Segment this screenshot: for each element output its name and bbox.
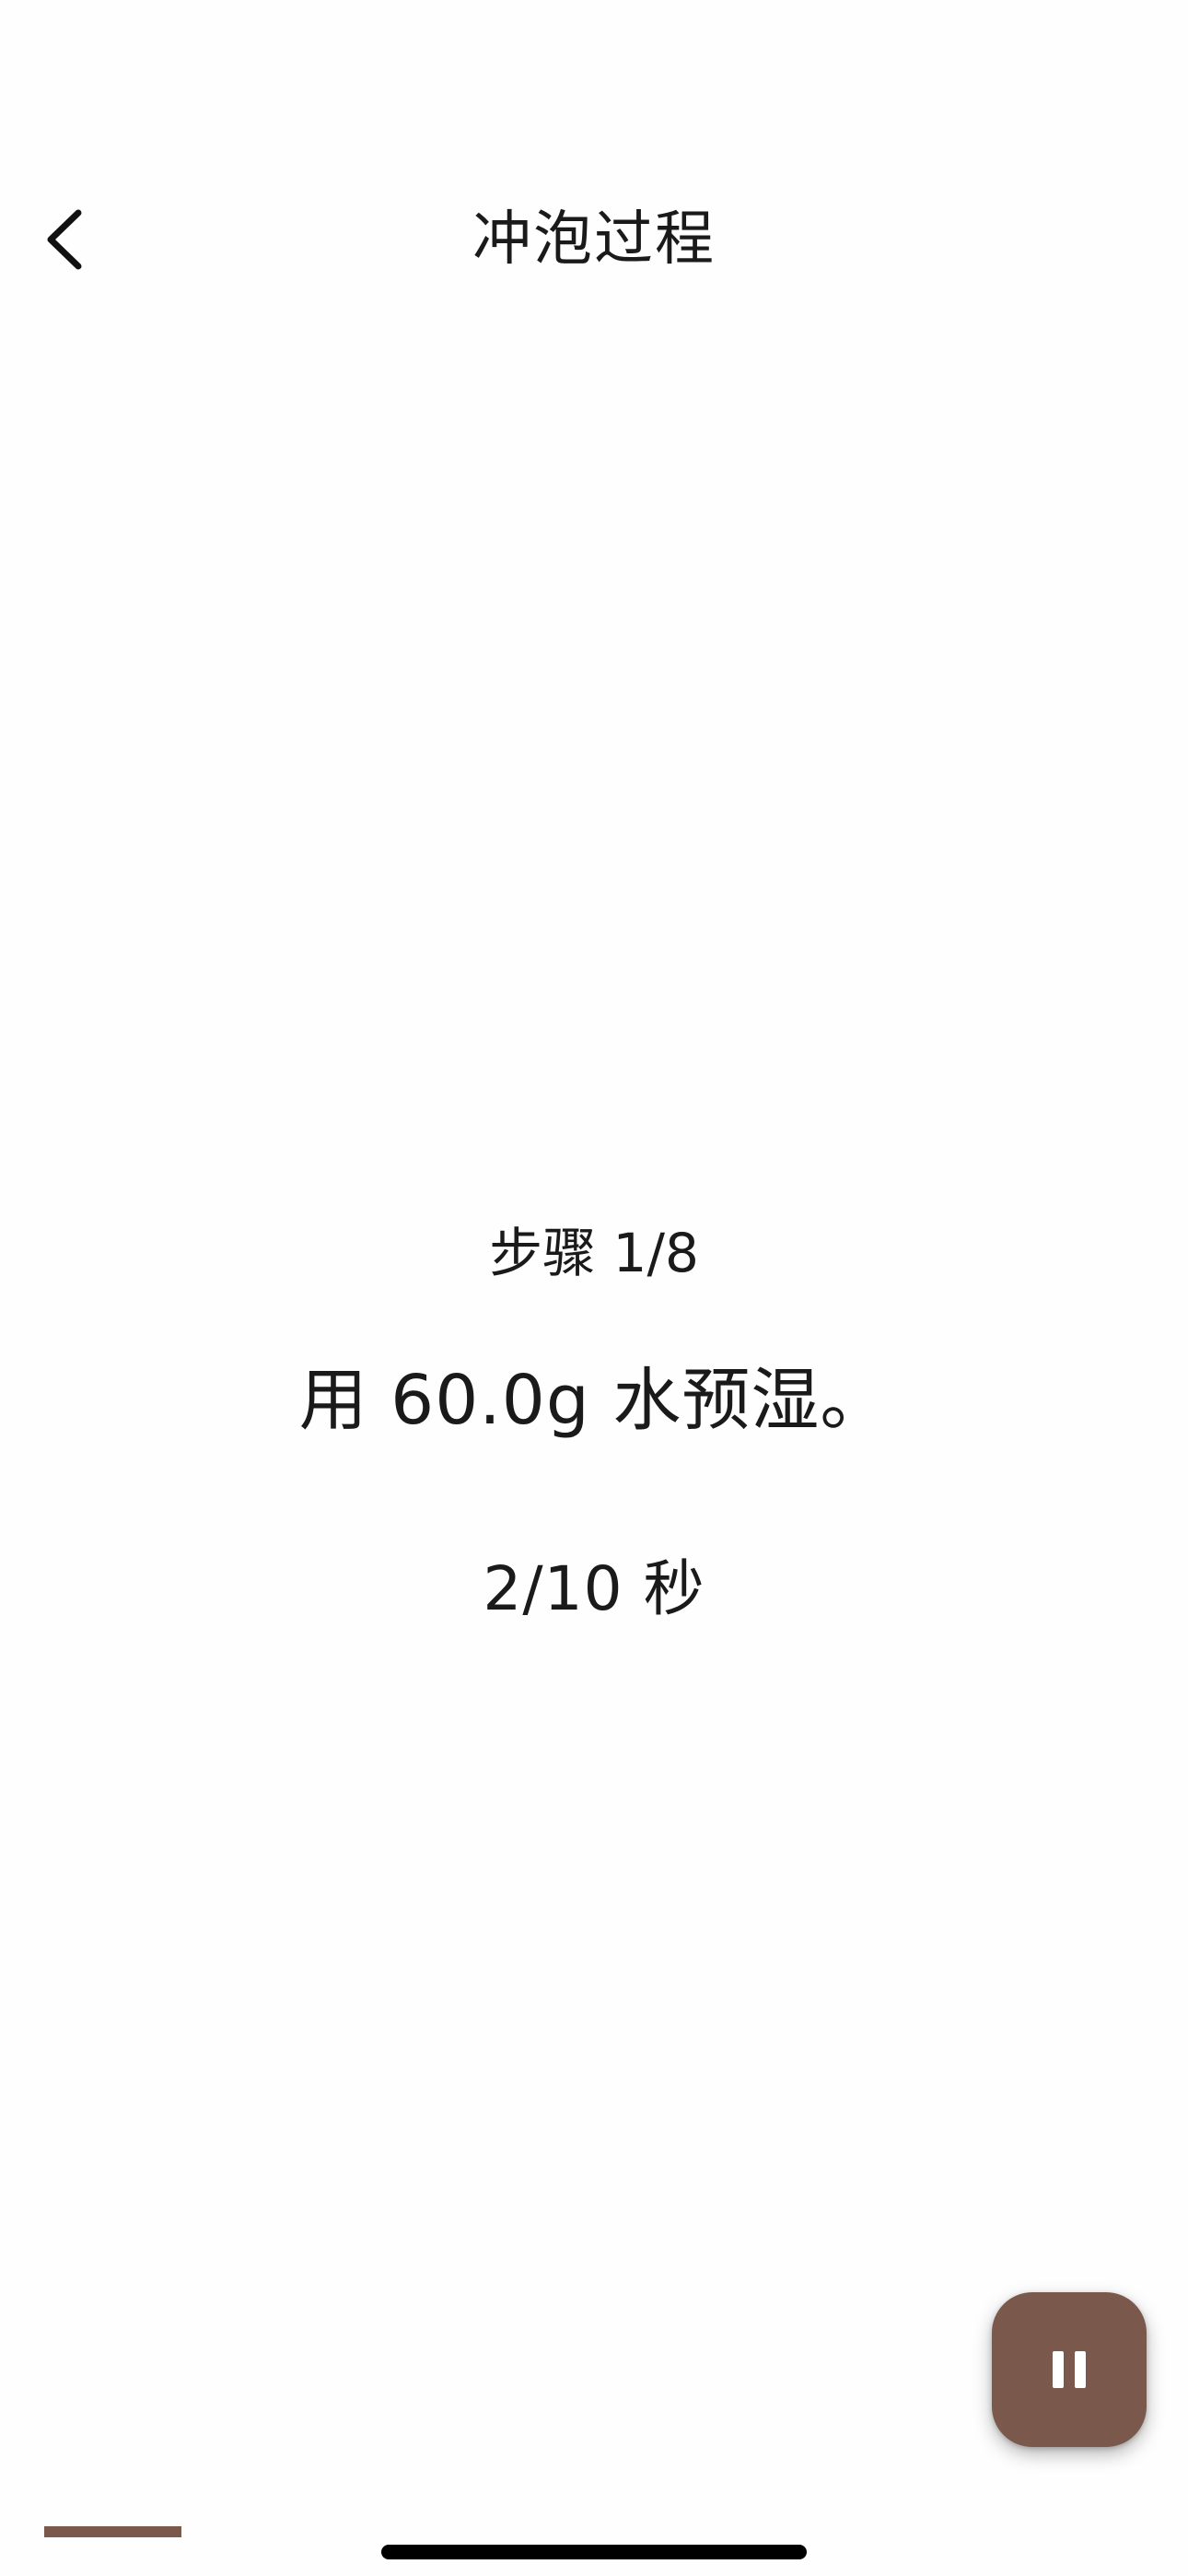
page-title: 冲泡过程: [472, 205, 716, 274]
pause-icon: [1053, 2351, 1086, 2388]
pause-button[interactable]: [992, 2292, 1147, 2447]
step-counter: 步骤 1/8: [489, 1222, 699, 1284]
step-timer: 2/10 秒: [483, 1553, 705, 1624]
home-indicator[interactable]: [381, 2545, 807, 2559]
brew-progress-fill: [44, 2526, 182, 2537]
top-bar: 冲泡过程: [0, 175, 1188, 304]
brewing-screen: 冲泡过程 步骤 1/8 用 60.0g 水预湿。 2/10 秒: [0, 0, 1188, 2576]
step-instruction: 用 60.0g 水预湿。: [298, 1361, 890, 1440]
brew-progress-bar: [44, 2526, 1144, 2537]
